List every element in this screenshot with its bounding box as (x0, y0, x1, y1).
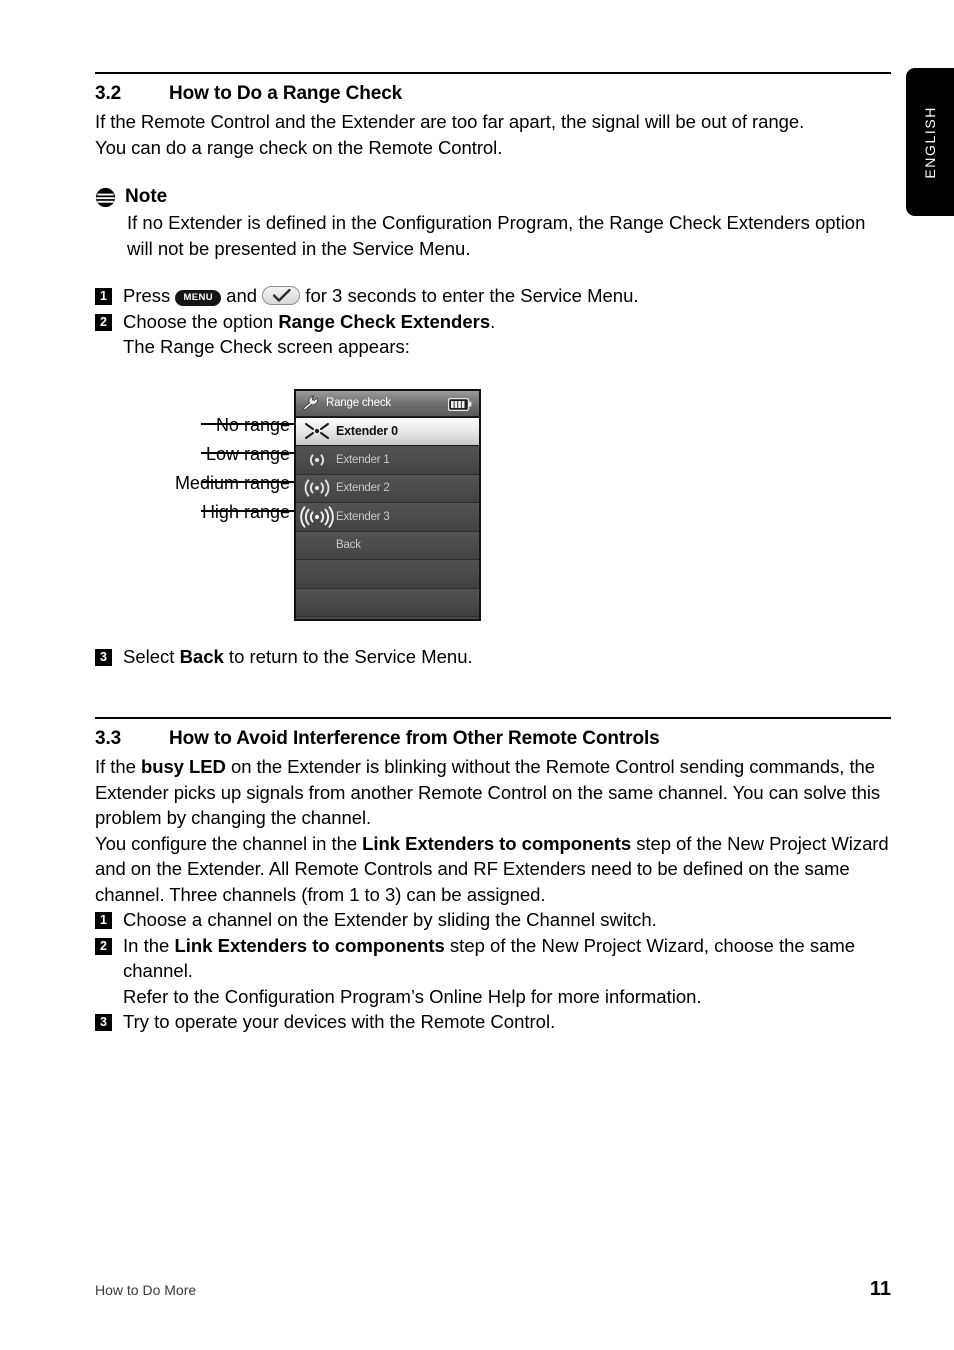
section-heading-32: 3.2 How to Do a Range Check (95, 83, 891, 105)
section-title-32: How to Do a Range Check (169, 83, 403, 104)
section-title-33: How to Avoid Interference from Other Rem… (169, 728, 660, 749)
language-tab: ENGLISH (906, 68, 954, 216)
step-text: Press MENU and for 3 seconds to enter th… (123, 283, 891, 309)
step-text-suffix: for 3 seconds to enter the Service Menu. (300, 285, 639, 306)
step-text-bold: Link Extenders to components (174, 934, 445, 956)
leader-line-high-range (201, 509, 298, 512)
step-number-badge: 2 (95, 937, 112, 955)
wrench-icon (302, 395, 320, 411)
step-number-badge: 3 (95, 1014, 112, 1031)
signal-medium-icon (298, 477, 336, 499)
range-check-figure: No range Low range Medium range High ran… (95, 378, 891, 640)
step-number-badge: 3 (95, 648, 112, 666)
device-row-label: Extender 0 (336, 424, 398, 439)
device-row-label: Extender 1 (336, 453, 390, 466)
device-row-label: Back (336, 539, 361, 552)
step-continuation: The Range Check screen appears: (123, 336, 410, 357)
no-signal-icon (298, 420, 336, 442)
para1-bold: busy LED (140, 756, 226, 777)
step-item: 2 In the Link Extenders to components st… (95, 933, 891, 984)
leader-line-medium-range (201, 480, 298, 483)
step-number-badge: 1 (95, 288, 112, 305)
language-tab-label: ENGLISH (922, 105, 938, 179)
callout-high-range: High range (201, 501, 290, 522)
section-32-steps: 1 Press MENU and for 3 seconds to enter … (95, 283, 891, 360)
device-row-extender-0[interactable]: Extender 0 (296, 417, 479, 446)
step-text: Try to operate your devices with the Rem… (123, 1011, 556, 1032)
device-row-empty (296, 588, 479, 617)
section-heading-33: 3.3 How to Avoid Interference from Other… (95, 728, 891, 750)
section-33-steps: 1 Choose a channel on the Extender by sl… (95, 907, 891, 1035)
device-row-extender-2[interactable]: Extender 2 (296, 474, 479, 503)
step-text: Choose the option Range Check Extenders. (123, 309, 891, 335)
step-text-suffix: to return to the Service Menu. (223, 645, 473, 667)
note-heading-label: Note (125, 186, 168, 207)
signal-high-icon (298, 506, 336, 528)
step-text-bold: Back (179, 645, 224, 667)
signal-low-icon (298, 449, 336, 471)
note-text-line2: will not be presented in the Service Men… (127, 237, 471, 259)
step-text-prefix: In the (123, 934, 175, 956)
step-text-bold: Range Check Extenders (278, 310, 491, 332)
ok-check-icon (262, 286, 301, 305)
step-item: 3 Try to operate your devices with the R… (95, 1009, 891, 1035)
step-text-middle: and (221, 285, 263, 306)
section-number-33: 3.3 (95, 728, 122, 749)
step-item: 1 Choose a channel on the Extender by sl… (95, 907, 891, 933)
section-32-intro-line1: If the Remote Control and the Extender a… (95, 111, 805, 132)
device-header-title: Range check (326, 397, 391, 409)
leader-line-no-range (201, 422, 298, 425)
step-text: Choose a channel on the Extender by slid… (123, 909, 657, 930)
menu-key-icon: MENU (175, 290, 222, 306)
note-heading: Note (95, 186, 891, 208)
footer-chapter-label: How to Do More (95, 1282, 197, 1298)
note-block: Note If no Extender is defined in the Co… (95, 186, 891, 261)
callout-medium-range: Medium range (174, 472, 290, 493)
footer-page-number: 11 (869, 1278, 891, 1300)
device-row-empty (296, 560, 479, 589)
device-row-extender-3[interactable]: Extender 3 (296, 503, 479, 532)
section-33-paragraph-2: You configure the channel in the Link Ex… (95, 831, 891, 908)
device-row-extender-1[interactable]: Extender 1 (296, 446, 479, 475)
page-content: 3.2 How to Do a Range Check If the Remot… (95, 0, 891, 1350)
callout-no-range: No range (215, 414, 290, 435)
para1-a: If the (95, 756, 141, 777)
device-row-label: Extender 3 (336, 510, 390, 523)
step-item: 1 Press MENU and for 3 seconds to enter … (95, 283, 891, 309)
leader-line-low-range (201, 451, 298, 454)
section-divider-32 (95, 72, 891, 74)
step-continuation: Refer to the Configuration Program’s Onl… (123, 985, 702, 1007)
remote-control-screen: Range check Extender 0 Extender 1 Extend… (294, 388, 481, 621)
device-header: Range check (296, 390, 479, 418)
battery-full-icon (447, 397, 472, 416)
step-item: 3 Select Back to return to the Service M… (95, 644, 891, 670)
step-number-badge: 2 (95, 313, 112, 331)
note-text: If no Extender is defined in the Configu… (127, 210, 889, 261)
section-32-intro-line2: You can do a range check on the Remote C… (95, 136, 503, 158)
para2-a: You configure the channel in the (95, 832, 363, 854)
device-row-back[interactable]: Back (296, 531, 479, 560)
step-text: In the Link Extenders to components step… (123, 933, 865, 984)
para2-bold: Link Extenders to components (362, 832, 632, 854)
page-footer: How to Do More 11 (95, 1278, 891, 1301)
step-text: Select Back to return to the Service Men… (123, 644, 891, 670)
step-text-suffix: . (490, 310, 496, 332)
step-item: 2 Choose the option Range Check Extender… (95, 309, 891, 335)
section-33-paragraph-1: If the busy LED on the Extender is blink… (95, 754, 891, 831)
note-icon (95, 187, 116, 208)
device-row-label: Extender 2 (336, 482, 390, 495)
section-divider-33 (95, 717, 891, 719)
callout-low-range: Low range (205, 443, 290, 464)
step-text-prefix: Press (123, 285, 176, 306)
step-text-prefix: Select (123, 645, 180, 667)
section-number-32: 3.2 (95, 83, 122, 104)
step-number-badge: 1 (95, 912, 112, 929)
step-text-prefix: Choose the option (123, 310, 279, 332)
note-text-line1: If no Extender is defined in the Configu… (127, 212, 866, 233)
